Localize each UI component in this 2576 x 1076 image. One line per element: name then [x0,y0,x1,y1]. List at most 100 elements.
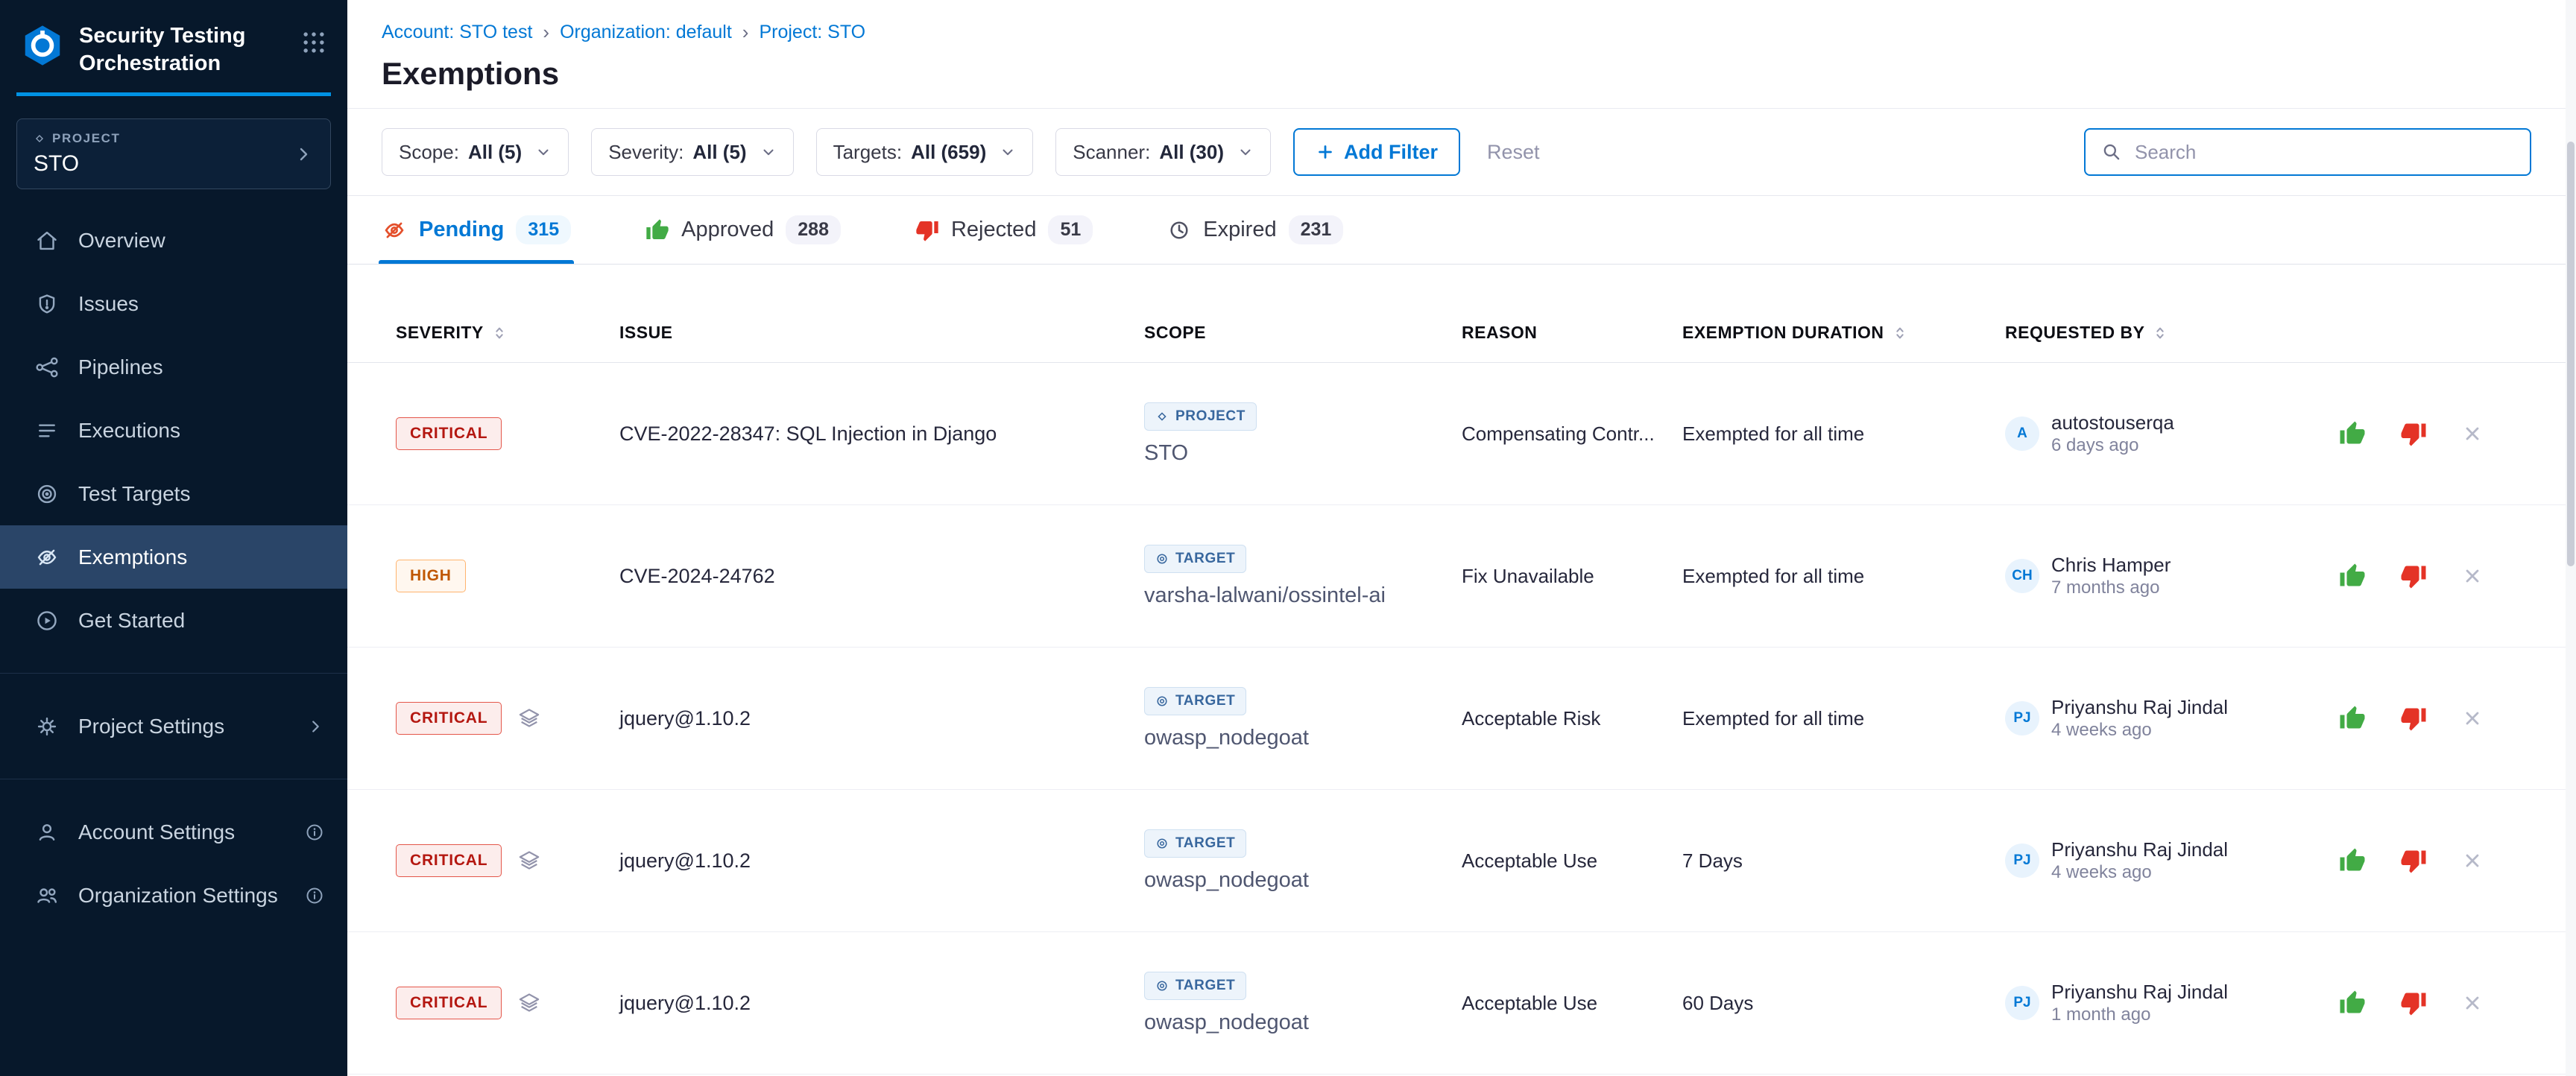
table-header-row: SEVERITY ISSUE SCOPE REASON EXEMPTION DU… [347,265,2566,363]
sort-icon[interactable] [491,325,508,341]
tab-label: Rejected [951,218,1036,242]
add-filter-button[interactable]: Add Filter [1293,128,1460,176]
requester-name: Priyanshu Raj Jindal [2051,695,2228,719]
table-row[interactable]: CRITICAL CVE-2022-28347: SQL Injection i… [347,363,2566,505]
tab-label: Pending [419,218,504,242]
avatar: A [2005,417,2039,451]
avatar: CH [2005,559,2039,593]
table-row[interactable]: CRITICAL jquery@1.10.2 TARGET owasp_node… [347,648,2566,790]
severity-badge: CRITICAL [396,702,502,735]
sidebar-header: Security Testing Orchestration [0,0,347,77]
sidebar-item-label: Exemptions [78,545,187,569]
targets-filter-dropdown[interactable]: Targets: All (659) [816,128,1034,176]
sidebar-item-executions[interactable]: Executions [0,399,347,462]
column-header-duration: EXEMPTION DURATION [1682,323,2005,362]
approve-button[interactable] [2339,705,2366,732]
scope-type-badge: TARGET [1144,972,1246,1000]
scope-filter-dropdown[interactable]: Scope: All (5) [382,128,569,176]
tab-label: Expired [1203,218,1276,242]
reject-button[interactable] [2400,420,2427,447]
breadcrumb-account-link[interactable]: Account: STO test [382,22,532,43]
info-icon[interactable] [304,822,325,843]
avatar: PJ [2005,844,2039,878]
sidebar-item-organization-settings[interactable]: Organization Settings [0,864,347,927]
reject-button[interactable] [2400,705,2427,732]
dismiss-button[interactable] [2461,707,2484,730]
breadcrumb-separator: › [742,21,749,44]
table-row[interactable]: HIGH CVE-2024-24762 TARGET varsha-lalwan… [347,505,2566,648]
tab-label: Approved [681,218,774,242]
scrollbar-thumb[interactable] [2567,142,2575,566]
severity-badge: CRITICAL [396,987,502,1019]
dismiss-button[interactable] [2461,849,2484,872]
approve-button[interactable] [2339,420,2366,447]
reject-button[interactable] [2400,563,2427,589]
table-row[interactable]: CRITICAL jquery@1.10.2 TARGET owasp_node… [347,932,2566,1075]
sidebar-item-pipelines[interactable]: Pipelines [0,335,347,399]
clock-icon [1167,218,1191,242]
app-root: Security Testing Orchestration PROJECT S… [0,0,2576,1076]
column-header-issue: ISSUE [619,323,1144,362]
severity-badge: HIGH [396,560,466,592]
sidebar-item-project-settings[interactable]: Project Settings [0,694,347,758]
sidebar-item-test-targets[interactable]: Test Targets [0,462,347,525]
scanner-filter-dropdown[interactable]: Scanner: All (30) [1055,128,1271,176]
column-header-scope: SCOPE [1144,323,1462,362]
project-selector[interactable]: PROJECT STO [16,118,331,189]
sort-icon[interactable] [1892,325,1908,341]
info-icon[interactable] [304,885,325,906]
tab-pending[interactable]: Pending 315 [382,196,571,264]
play-circle-icon [34,608,60,633]
breadcrumb-separator: › [543,21,549,44]
chevron-down-icon [535,144,552,160]
project-selector-label: PROJECT [34,131,121,146]
breadcrumb-org-link[interactable]: Organization: default [560,22,732,43]
sidebar-item-exemptions[interactable]: Exemptions [0,525,347,589]
requested-time: 6 days ago [2051,434,2174,457]
issue-name: jquery@1.10.2 [619,992,1144,1015]
reset-filters-button[interactable]: Reset [1483,140,1544,165]
sidebar-item-account-settings[interactable]: Account Settings [0,800,347,864]
search-icon [2100,141,2123,163]
approve-button[interactable] [2339,990,2366,1016]
thumbs-up-icon [645,218,669,242]
exemption-reason: Compensating Contr... [1462,423,1682,446]
tab-rejected[interactable]: Rejected 51 [915,196,1093,264]
column-header-reason: REASON [1462,323,1682,362]
exemption-duration: 60 Days [1682,992,2005,1015]
issue-name: jquery@1.10.2 [619,849,1144,873]
layers-icon [517,848,542,873]
severity-filter-dropdown[interactable]: Severity: All (5) [591,128,793,176]
sidebar-item-issues[interactable]: Issues [0,272,347,335]
thumbs-down-icon [915,218,939,242]
sidebar-accent-rule [16,92,331,96]
approve-button[interactable] [2339,847,2366,874]
tab-approved[interactable]: Approved 288 [645,196,841,264]
chevron-down-icon [760,144,777,160]
app-switcher-icon[interactable] [300,28,328,57]
dismiss-button[interactable] [2461,423,2484,445]
vertical-scrollbar[interactable] [2566,0,2576,1076]
sidebar-item-label: Organization Settings [78,884,278,908]
target-icon [1155,837,1169,850]
sidebar-item-get-started[interactable]: Get Started [0,589,347,652]
tab-expired[interactable]: Expired 231 [1167,196,1343,264]
approve-button[interactable] [2339,563,2366,589]
reject-button[interactable] [2400,847,2427,874]
dismiss-button[interactable] [2461,565,2484,587]
requested-time: 4 weeks ago [2051,861,2228,884]
requester-name: Priyanshu Raj Jindal [2051,838,2228,861]
table-row[interactable]: CRITICAL jquery@1.10.2 TARGET owasp_node… [347,790,2566,932]
issue-name: CVE-2024-24762 [619,565,1144,588]
breadcrumb-project-link[interactable]: Project: STO [759,22,865,43]
sidebar-item-overview[interactable]: Overview [0,209,347,272]
dismiss-button[interactable] [2461,992,2484,1014]
home-icon [34,228,60,253]
search-input[interactable] [2133,140,2515,165]
search-box [2084,128,2531,176]
scope-type-badge: TARGET [1144,545,1246,573]
sort-icon[interactable] [2152,325,2168,341]
reject-button[interactable] [2400,990,2427,1016]
scope-type-badge: PROJECT [1144,402,1257,431]
exemption-reason: Acceptable Risk [1462,707,1682,730]
